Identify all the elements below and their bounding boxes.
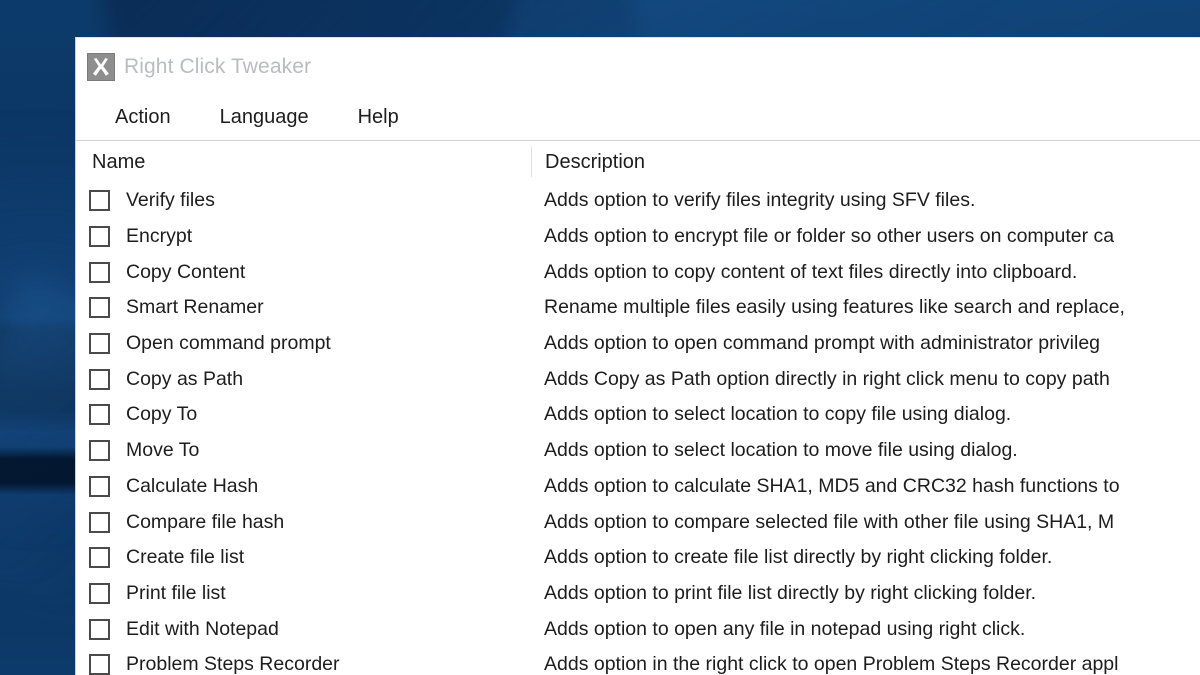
row-name-label: Copy Content: [126, 260, 246, 283]
row-checkbox[interactable]: [89, 582, 110, 604]
row-description: Adds option to select location to move f…: [544, 439, 1018, 462]
row-description: Adds option to copy content of text file…: [544, 260, 1078, 283]
cell-name: Encrypt: [76, 225, 531, 248]
menu-help[interactable]: Help: [344, 103, 413, 132]
row-checkbox[interactable]: [89, 297, 110, 319]
row-name-label: Copy To: [126, 403, 198, 426]
row-name-label: Print file list: [126, 581, 226, 604]
table-row[interactable]: Open command prompt Adds option to open c…: [76, 326, 1200, 362]
row-name-label: Smart Renamer: [126, 296, 264, 319]
table-row[interactable]: Calculate Hash Adds option to calculate S…: [76, 469, 1200, 505]
row-name-label: Move To: [126, 439, 200, 462]
table-row[interactable]: Smart Renamer Rename multiple files easil…: [76, 290, 1200, 326]
column-header-description[interactable]: Description: [531, 147, 645, 177]
cell-name: Print file list: [76, 582, 531, 605]
row-checkbox[interactable]: [89, 618, 110, 640]
menu-language[interactable]: Language: [206, 103, 323, 132]
cell-name: Open command prompt: [76, 332, 531, 355]
row-checkbox[interactable]: [89, 475, 110, 497]
column-header-name[interactable]: Name: [76, 151, 531, 174]
row-name-label: Encrypt: [126, 225, 193, 248]
cell-name: Copy Content: [76, 261, 531, 284]
cell-name: Problem Steps Recorder: [76, 653, 531, 675]
row-description: Adds option to calculate SHA1, MD5 and C…: [544, 474, 1120, 497]
row-name-label: Copy as Path: [126, 367, 244, 390]
window-title: Right Click Tweaker: [124, 54, 312, 78]
tools-cross-icon: [87, 52, 115, 81]
cell-name: Copy as Path: [76, 368, 531, 391]
row-name-label: Open command prompt: [126, 332, 331, 355]
menu-bar: Action Language Help: [76, 95, 1200, 141]
cell-name: Copy To: [76, 403, 531, 426]
table-row[interactable]: Problem Steps Recorder Adds option in the…: [76, 647, 1200, 675]
table-row[interactable]: Compare file hash Adds option to compare …: [76, 504, 1200, 540]
menu-action[interactable]: Action: [101, 103, 185, 132]
row-description: Adds Copy as Path option directly in rig…: [544, 367, 1110, 390]
table-row[interactable]: Edit with Notepad Adds option to open any…: [76, 611, 1200, 647]
cell-name: Compare file hash: [76, 511, 531, 534]
table-row[interactable]: Create file list Adds option to create fi…: [76, 540, 1200, 576]
row-checkbox[interactable]: [89, 190, 110, 212]
row-name-label: Verify files: [126, 189, 215, 212]
table-row[interactable]: Copy To Adds option to select location to…: [76, 397, 1200, 433]
row-name-label: Create file list: [126, 546, 245, 569]
tweaks-list: Verify files Adds option to verify files …: [76, 183, 1200, 675]
row-checkbox[interactable]: [89, 654, 110, 675]
row-name-label: Edit with Notepad: [126, 617, 279, 640]
row-name-label: Compare file hash: [126, 510, 285, 533]
row-description: Rename multiple files easily using featu…: [544, 296, 1125, 319]
table-row[interactable]: Verify files Adds option to verify files …: [76, 183, 1200, 219]
row-checkbox[interactable]: [89, 368, 110, 390]
row-description: Adds option to verify files integrity us…: [544, 189, 976, 212]
title-bar[interactable]: Right Click Tweaker: [76, 38, 1200, 95]
row-name-label: Problem Steps Recorder: [126, 653, 340, 675]
cell-name: Move To: [76, 439, 531, 462]
row-description: Adds option to open any file in notepad …: [544, 617, 1026, 640]
table-row[interactable]: Print file list Adds option to print file…: [76, 576, 1200, 612]
application-window: Right Click Tweaker Action Language Help…: [75, 37, 1200, 675]
list-column-headers: Name Description: [76, 141, 1200, 183]
row-checkbox[interactable]: [89, 261, 110, 283]
row-checkbox[interactable]: [89, 511, 110, 533]
row-checkbox[interactable]: [89, 547, 110, 569]
table-row[interactable]: Move To Adds option to select location to…: [76, 433, 1200, 469]
row-checkbox[interactable]: [89, 333, 110, 355]
row-description: Adds option to create file list directly…: [544, 546, 1053, 569]
table-row[interactable]: Copy as Path Adds Copy as Path option dir…: [76, 361, 1200, 397]
table-row[interactable]: Encrypt Adds option to encrypt file or fo…: [76, 219, 1200, 255]
cell-name: Create file list: [76, 546, 531, 569]
row-description: Adds option to open command prompt with …: [544, 332, 1101, 355]
row-checkbox[interactable]: [89, 440, 110, 462]
row-checkbox[interactable]: [89, 404, 110, 426]
row-name-label: Calculate Hash: [126, 474, 259, 497]
row-description: Adds option to compare selected file wit…: [544, 510, 1115, 533]
table-row[interactable]: Copy Content Adds option to copy content …: [76, 254, 1200, 290]
cell-name: Edit with Notepad: [76, 618, 531, 641]
row-description: Adds option in the right click to open P…: [544, 653, 1119, 675]
row-description: Adds option to select location to copy f…: [544, 403, 1012, 426]
cell-name: Verify files: [76, 189, 531, 212]
cell-name: Calculate Hash: [76, 475, 531, 498]
cell-name: Smart Renamer: [76, 296, 531, 319]
row-checkbox[interactable]: [89, 226, 110, 248]
row-description: Adds option to encrypt file or folder so…: [544, 225, 1115, 248]
row-description: Adds option to print file list directly …: [544, 581, 1037, 604]
